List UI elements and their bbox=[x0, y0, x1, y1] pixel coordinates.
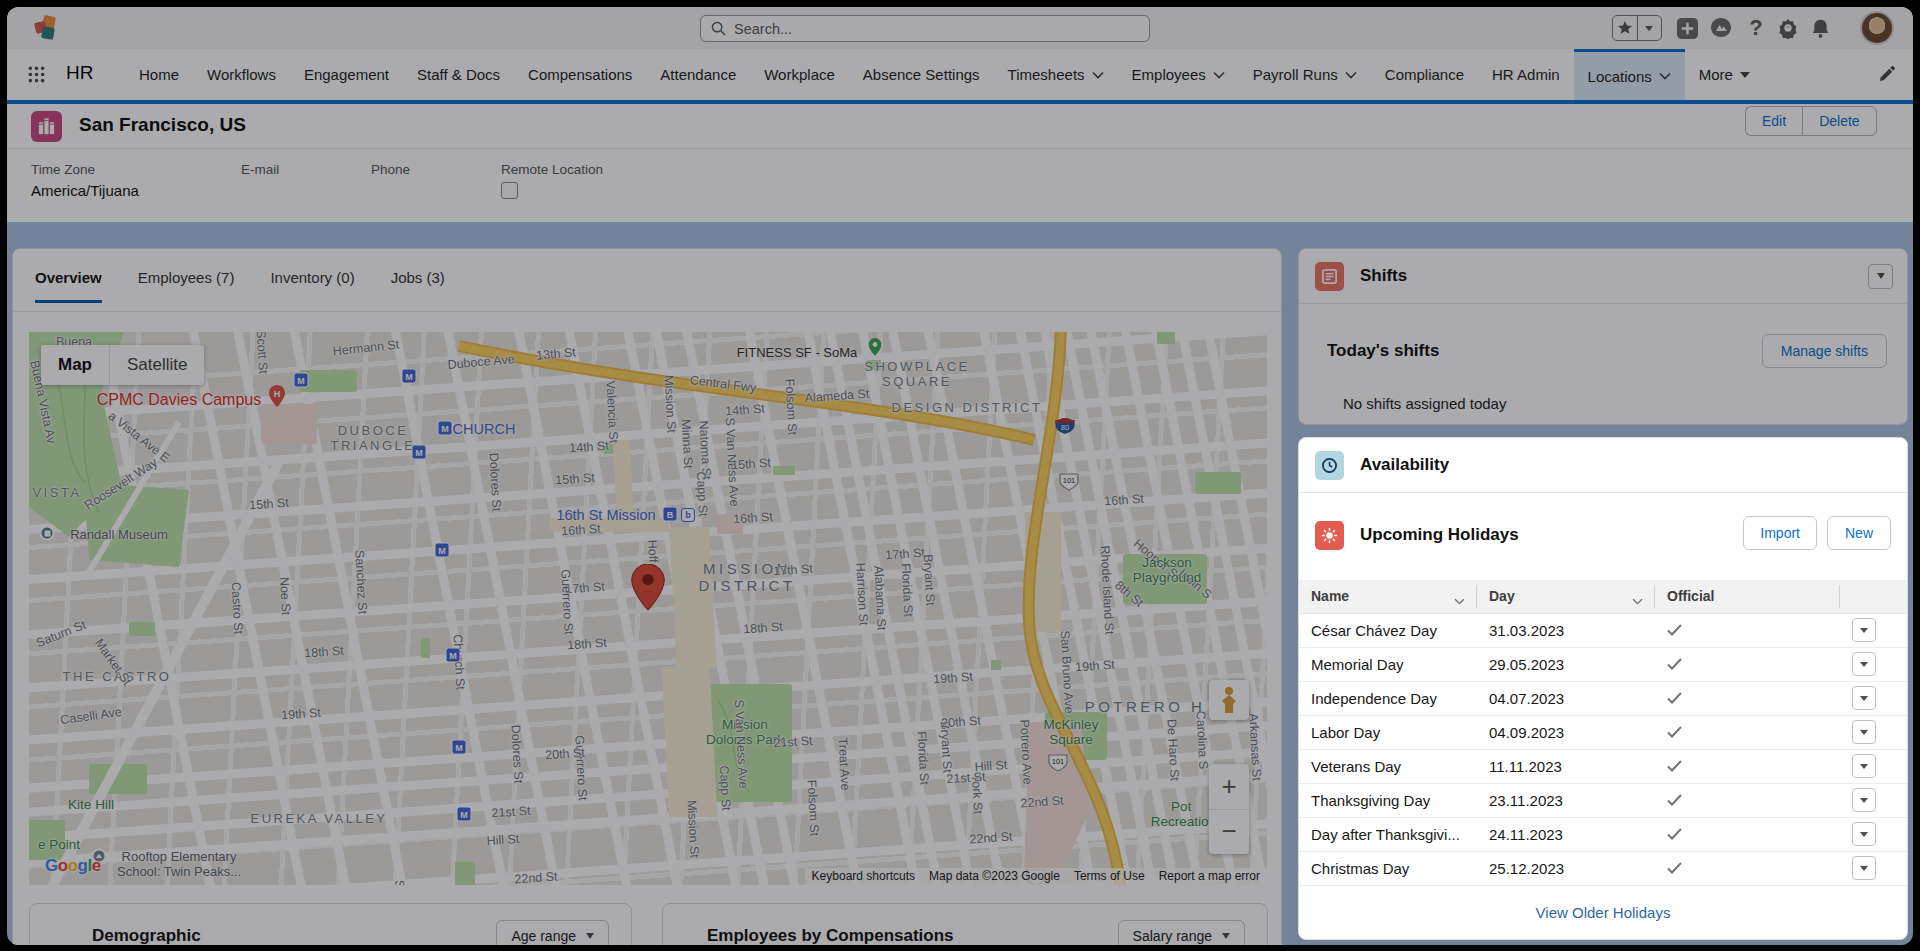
holiday-actions bbox=[1840, 851, 1907, 885]
import-button[interactable]: Import bbox=[1743, 516, 1817, 550]
upcoming-holidays-title: Upcoming Holidays bbox=[1360, 525, 1519, 545]
holiday-day: 04.07.2023 bbox=[1477, 681, 1655, 715]
column-header-actions bbox=[1840, 580, 1907, 613]
row-actions-button[interactable] bbox=[1852, 686, 1876, 710]
row-actions-button[interactable] bbox=[1852, 652, 1876, 676]
holiday-row: César Chávez Day31.03.2023 bbox=[1299, 613, 1907, 647]
holiday-row: Labor Day04.09.2023 bbox=[1299, 715, 1907, 749]
holiday-official bbox=[1655, 681, 1840, 715]
holiday-actions bbox=[1840, 749, 1907, 783]
holiday-name: Independence Day bbox=[1299, 681, 1477, 715]
row-actions-button[interactable] bbox=[1852, 754, 1876, 778]
holiday-official bbox=[1655, 647, 1840, 681]
holiday-day: 29.05.2023 bbox=[1477, 647, 1655, 681]
holiday-official bbox=[1655, 851, 1840, 885]
column-header-day[interactable]: Day bbox=[1477, 580, 1655, 613]
holidays-table: NameDayOfficial César Chávez Day31.03.20… bbox=[1299, 580, 1907, 886]
row-actions-button[interactable] bbox=[1852, 788, 1876, 812]
holiday-name: César Chávez Day bbox=[1299, 613, 1477, 647]
holiday-actions bbox=[1840, 817, 1907, 851]
row-actions-button[interactable] bbox=[1852, 856, 1876, 880]
availability-icon bbox=[1315, 451, 1344, 480]
holiday-actions bbox=[1840, 613, 1907, 647]
holiday-row: Independence Day04.07.2023 bbox=[1299, 681, 1907, 715]
holiday-day: 11.11.2023 bbox=[1477, 749, 1655, 783]
new-button[interactable]: New bbox=[1827, 516, 1891, 550]
holiday-day: 25.12.2023 bbox=[1477, 851, 1655, 885]
holiday-day: 04.09.2023 bbox=[1477, 715, 1655, 749]
holiday-name: Thanksgiving Day bbox=[1299, 783, 1477, 817]
holiday-official bbox=[1655, 613, 1840, 647]
holiday-row: Day after Thanksgivi...24.11.2023 bbox=[1299, 817, 1907, 851]
view-older-holidays-link[interactable]: View Older Holidays bbox=[1299, 904, 1907, 921]
holiday-name: Veterans Day bbox=[1299, 749, 1477, 783]
holiday-actions bbox=[1840, 715, 1907, 749]
availability-card: Availability Upcoming Holidays Import Ne… bbox=[1298, 437, 1908, 940]
holiday-name: Christmas Day bbox=[1299, 851, 1477, 885]
holiday-actions bbox=[1840, 783, 1907, 817]
holiday-day: 24.11.2023 bbox=[1477, 817, 1655, 851]
holiday-name: Memorial Day bbox=[1299, 647, 1477, 681]
holiday-official bbox=[1655, 817, 1840, 851]
row-actions-button[interactable] bbox=[1852, 822, 1876, 846]
holiday-official bbox=[1655, 783, 1840, 817]
row-actions-button[interactable] bbox=[1852, 618, 1876, 642]
column-header-name[interactable]: Name bbox=[1299, 580, 1477, 613]
holiday-official bbox=[1655, 749, 1840, 783]
availability-title: Availability bbox=[1360, 455, 1449, 475]
column-header-official[interactable]: Official bbox=[1655, 580, 1840, 613]
holiday-actions bbox=[1840, 647, 1907, 681]
holiday-day: 23.11.2023 bbox=[1477, 783, 1655, 817]
holiday-day: 31.03.2023 bbox=[1477, 613, 1655, 647]
holiday-name: Labor Day bbox=[1299, 715, 1477, 749]
holiday-row: Christmas Day25.12.2023 bbox=[1299, 851, 1907, 885]
upcoming-holidays-icon bbox=[1315, 521, 1344, 550]
holiday-actions bbox=[1840, 681, 1907, 715]
holiday-official bbox=[1655, 715, 1840, 749]
row-actions-button[interactable] bbox=[1852, 720, 1876, 744]
holiday-row: Memorial Day29.05.2023 bbox=[1299, 647, 1907, 681]
holiday-row: Veterans Day11.11.2023 bbox=[1299, 749, 1907, 783]
holiday-name: Day after Thanksgivi... bbox=[1299, 817, 1477, 851]
app-window: Search... ? bbox=[7, 7, 1913, 945]
holiday-row: Thanksgiving Day23.11.2023 bbox=[1299, 783, 1907, 817]
